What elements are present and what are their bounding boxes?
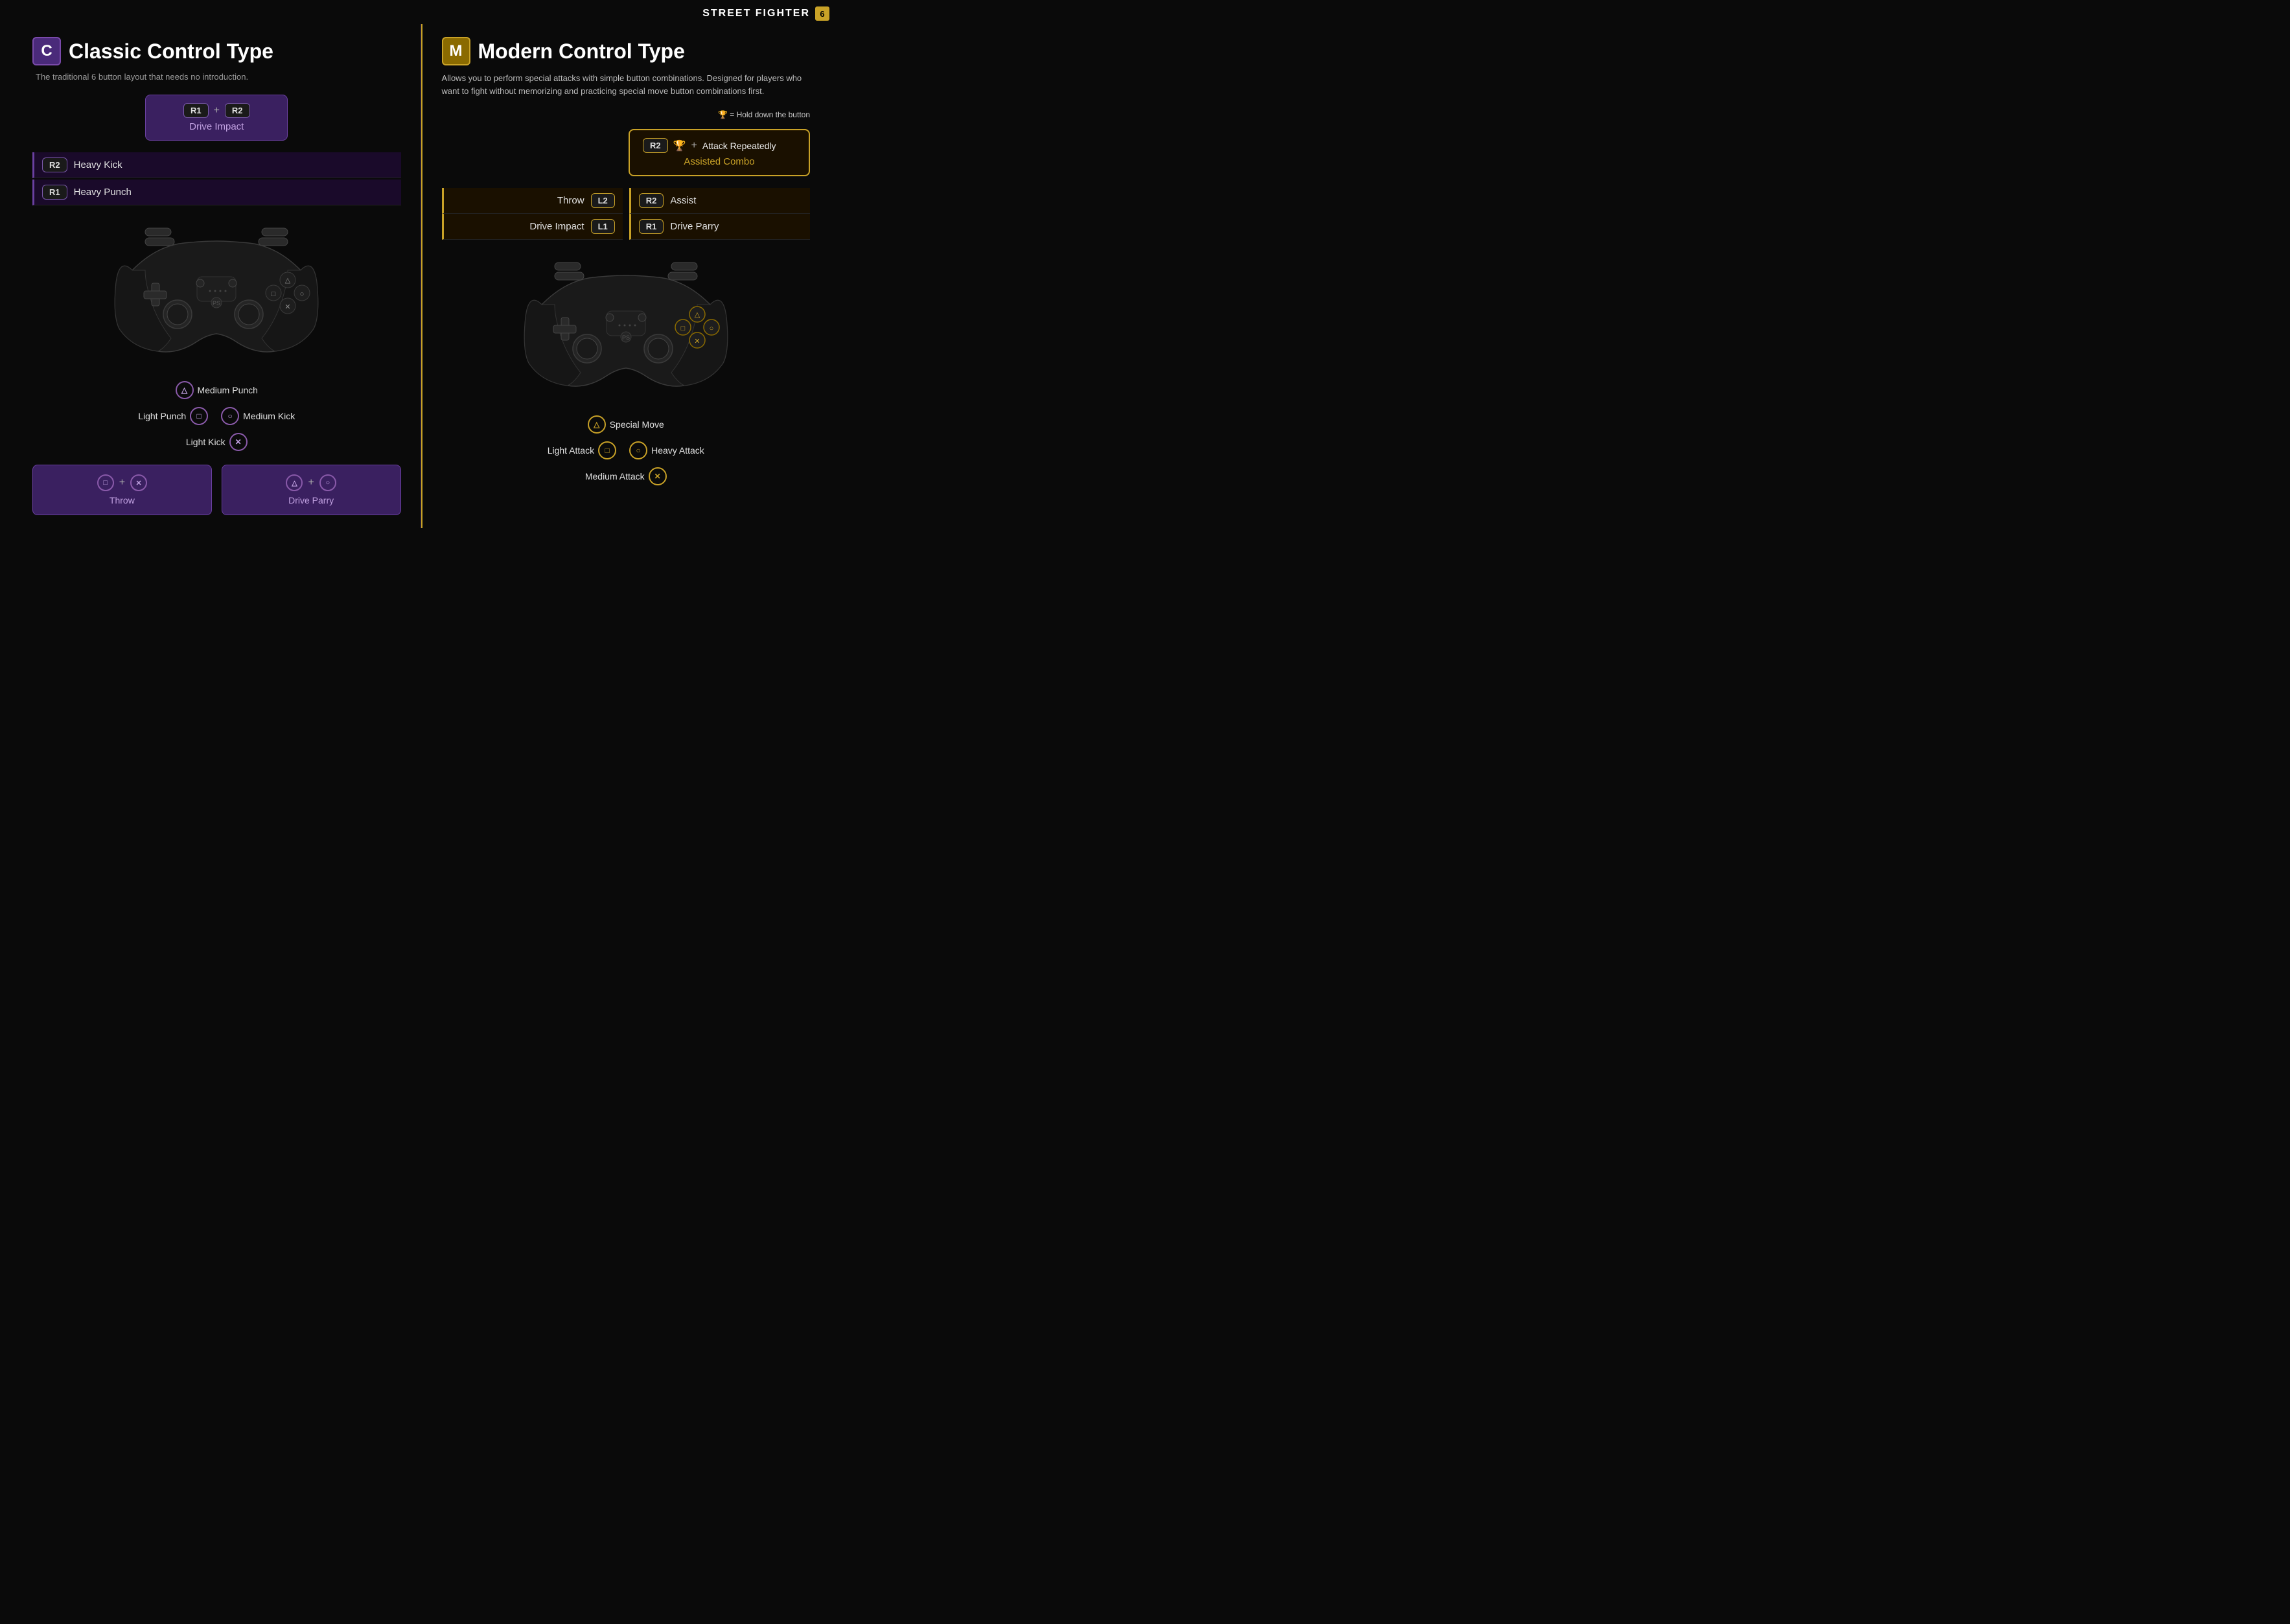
- classic-square-btn: □: [190, 407, 208, 425]
- modern-icon: M: [442, 37, 470, 65]
- classic-heavy-kick-row: R2 Heavy Kick: [32, 152, 401, 178]
- modern-bottom-labels: △ Special Move Light Attack □ ○ Heavy At…: [442, 412, 811, 489]
- svg-text:○: ○: [709, 325, 713, 332]
- modern-right-buttons: R2 Assist R1 Drive Parry: [629, 188, 810, 240]
- modern-drive-impact-row: Drive Impact L1: [442, 214, 623, 240]
- classic-header: C Classic Control Type: [32, 37, 401, 65]
- classic-title: Classic Control Type: [69, 40, 273, 64]
- modern-assist-label: Assist: [670, 195, 696, 206]
- modern-assisted-combo-box: R2 🏆 + Attack Repeatedly Assisted Combo: [629, 129, 810, 176]
- modern-controller-area: PS △ □ ○: [442, 240, 811, 408]
- modern-drive-impact-label: Drive Impact: [529, 221, 584, 232]
- modern-panel: M Modern Control Type Allows you to perf…: [421, 24, 830, 528]
- classic-throw-label: Throw: [40, 495, 205, 505]
- modern-assisted-combo-label: Assisted Combo: [643, 156, 796, 167]
- modern-controller-svg: PS △ □ ○: [509, 253, 743, 395]
- classic-heavy-punch-label: Heavy Punch: [74, 187, 132, 198]
- modern-assisted-combo-keys: R2 🏆 + Attack Repeatedly: [643, 138, 796, 153]
- modern-medium-attack-label: Medium Attack: [585, 471, 645, 481]
- classic-circle-btn: ○: [221, 407, 239, 425]
- top-bar: STREET FIGHTER 6: [0, 0, 842, 24]
- modern-light-attack-label: Light Attack: [548, 445, 594, 456]
- classic-drive-impact-keys: R1 + R2: [159, 103, 274, 118]
- classic-drive-impact-label: Drive Impact: [159, 121, 274, 132]
- classic-r1-key: R1: [42, 185, 67, 200]
- modern-heavy-attack-label: Heavy Attack: [651, 445, 704, 456]
- svg-text:✕: ✕: [285, 303, 291, 311]
- classic-controller-svg: PS △ □ ○: [100, 218, 333, 361]
- classic-light-punch: Light Punch □: [138, 407, 208, 425]
- hold-note: 🏆 = Hold down the button: [442, 110, 811, 119]
- classic-drive-parry-label: Drive Parry: [229, 495, 394, 505]
- svg-text:□: □: [272, 290, 276, 298]
- svg-text:○: ○: [300, 290, 305, 298]
- brand-name: STREET FIGHTER: [702, 8, 810, 19]
- svg-text:△: △: [695, 311, 700, 319]
- classic-parry-plus: +: [308, 477, 314, 489]
- classic-drive-impact-box: R1 + R2 Drive Impact: [145, 95, 288, 141]
- classic-medium-kick-label: Medium Kick: [243, 411, 295, 421]
- classic-subtitle: The traditional 6 button layout that nee…: [32, 72, 401, 82]
- classic-r2-badge: R2: [225, 103, 250, 118]
- brand-icon: 6: [815, 6, 829, 21]
- classic-throw-key2: ✕: [130, 474, 147, 491]
- classic-light-punch-label: Light Punch: [138, 411, 186, 421]
- modern-drive-parry-label: Drive Parry: [670, 221, 719, 232]
- classic-throw-box: □ + ✕ Throw: [32, 465, 212, 515]
- modern-subtitle: Allows you to perform special attacks wi…: [442, 72, 811, 97]
- classic-throw-plus: +: [119, 477, 125, 489]
- classic-drive-parry-box: △ + ○ Drive Parry: [222, 465, 401, 515]
- classic-medium-punch: △ Medium Punch: [176, 381, 258, 399]
- modern-special-move: △ Special Move: [588, 415, 664, 434]
- modern-throw-label: Throw: [557, 195, 584, 206]
- modern-plus: +: [691, 140, 697, 152]
- svg-text:PS: PS: [622, 334, 630, 341]
- modern-title: Modern Control Type: [478, 40, 685, 64]
- classic-icon: C: [32, 37, 61, 65]
- modern-header: M Modern Control Type: [442, 37, 811, 65]
- modern-square-btn: □: [598, 441, 616, 459]
- classic-medium-kick: ○ Medium Kick: [221, 407, 295, 425]
- classic-heavy-punch-row: R1 Heavy Punch: [32, 180, 401, 205]
- classic-combo-row: □ + ✕ Throw △ + ○ Drive Parry: [32, 465, 401, 515]
- classic-parry-key2: ○: [319, 474, 336, 491]
- classic-light-kick: Light Kick ✕: [186, 433, 248, 451]
- modern-heavy-attack: ○ Heavy Attack: [629, 441, 704, 459]
- classic-medium-punch-label: Medium Punch: [198, 385, 258, 395]
- classic-plus: +: [214, 105, 220, 117]
- modern-x-btn: ✕: [649, 467, 667, 485]
- svg-text:PS: PS: [213, 300, 220, 307]
- modern-special-move-label: Special Move: [610, 419, 664, 430]
- classic-r2-key: R2: [42, 157, 67, 172]
- modern-r2-key: R2: [639, 193, 664, 208]
- classic-x-btn: ✕: [229, 433, 248, 451]
- modern-attack-repeatedly: Attack Repeatedly: [702, 141, 776, 151]
- classic-bottom-labels: △ Medium Punch Light Punch □ ○ Medium Ki…: [32, 377, 401, 455]
- modern-light-attack: Light Attack □: [548, 441, 616, 459]
- modern-assist-row: R2 Assist: [629, 188, 810, 214]
- modern-drive-parry-row: R1 Drive Parry: [629, 214, 810, 240]
- modern-throw-row: Throw L2: [442, 188, 623, 214]
- modern-r1-key: R1: [639, 219, 664, 234]
- modern-l2-badge: L2: [591, 193, 615, 208]
- classic-throw-key1: □: [97, 474, 114, 491]
- classic-heavy-kick-label: Heavy Kick: [74, 159, 122, 170]
- modern-medium-attack: Medium Attack ✕: [585, 467, 667, 485]
- modern-button-columns: Throw L2 Drive Impact L1 R2 Assist R1 Dr…: [442, 188, 811, 240]
- classic-parry-key1: △: [286, 474, 303, 491]
- modern-r2-badge: R2: [643, 138, 668, 153]
- classic-triangle-btn: △: [176, 381, 194, 399]
- svg-text:△: △: [285, 277, 291, 284]
- svg-text:□: □: [680, 325, 685, 332]
- modern-left-buttons: Throw L2 Drive Impact L1: [442, 188, 623, 240]
- classic-panel: C Classic Control Type The traditional 6…: [13, 24, 421, 528]
- classic-controller-area: PS △ □ ○: [32, 205, 401, 374]
- svg-text:✕: ✕: [694, 338, 700, 345]
- modern-triangle-btn: △: [588, 415, 606, 434]
- modern-l1-badge: L1: [591, 219, 615, 234]
- modern-hold-icon: 🏆: [673, 139, 686, 152]
- modern-circle-btn: ○: [629, 441, 647, 459]
- classic-r1-badge: R1: [183, 103, 209, 118]
- classic-light-kick-label: Light Kick: [186, 437, 226, 447]
